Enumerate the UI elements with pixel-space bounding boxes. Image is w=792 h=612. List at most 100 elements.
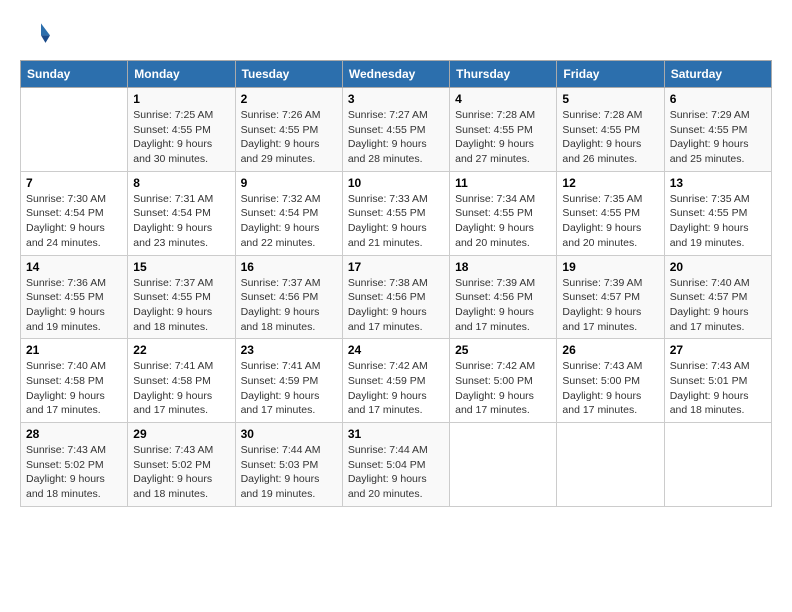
- day-number: 25: [455, 343, 551, 357]
- page-header: [20, 20, 772, 50]
- day-cell: 29 Sunrise: 7:43 AMSunset: 5:02 PMDayligh…: [128, 423, 235, 507]
- day-number: 11: [455, 176, 551, 190]
- week-row-4: 28 Sunrise: 7:43 AMSunset: 5:02 PMDayligh…: [21, 423, 772, 507]
- day-info: Sunrise: 7:40 AMSunset: 4:57 PMDaylight:…: [670, 276, 766, 335]
- day-cell: [450, 423, 557, 507]
- day-number: 27: [670, 343, 766, 357]
- day-info: Sunrise: 7:34 AMSunset: 4:55 PMDaylight:…: [455, 192, 551, 251]
- day-cell: 1Sunrise: 7:25 AMSunset: 4:55 PMDaylight…: [128, 88, 235, 172]
- day-cell: 19 Sunrise: 7:39 AMSunset: 4:57 PMDayligh…: [557, 255, 664, 339]
- day-number: 5: [562, 92, 658, 106]
- day-info: Sunrise: 7:43 AMSunset: 5:01 PMDaylight:…: [670, 359, 766, 418]
- day-cell: 6 Sunrise: 7:29 AMSunset: 4:55 PMDaylight…: [664, 88, 771, 172]
- day-number: 15: [133, 260, 229, 274]
- day-number: 22: [133, 343, 229, 357]
- day-number: 21: [26, 343, 122, 357]
- day-info: Sunrise: 7:26 AMSunset: 4:55 PMDaylight:…: [241, 108, 337, 167]
- day-info: Sunrise: 7:27 AMSunset: 4:55 PMDaylight:…: [348, 108, 444, 167]
- day-cell: 2 Sunrise: 7:26 AMSunset: 4:55 PMDaylight…: [235, 88, 342, 172]
- day-info: Sunrise: 7:39 AMSunset: 4:57 PMDaylight:…: [562, 276, 658, 335]
- day-info: Sunrise: 7:35 AMSunset: 4:55 PMDaylight:…: [562, 192, 658, 251]
- day-cell: 20 Sunrise: 7:40 AMSunset: 4:57 PMDayligh…: [664, 255, 771, 339]
- weekday-header-saturday: Saturday: [664, 61, 771, 88]
- day-number: 26: [562, 343, 658, 357]
- day-cell: [557, 423, 664, 507]
- logo-icon: [20, 20, 50, 50]
- day-info: Sunrise: 7:37 AMSunset: 4:55 PMDaylight:…: [133, 276, 229, 335]
- day-number: 19: [562, 260, 658, 274]
- day-cell: 13 Sunrise: 7:35 AMSunset: 4:55 PMDayligh…: [664, 171, 771, 255]
- day-info: Sunrise: 7:43 AMSunset: 5:02 PMDaylight:…: [26, 443, 122, 502]
- day-cell: 18 Sunrise: 7:39 AMSunset: 4:56 PMDayligh…: [450, 255, 557, 339]
- day-info: Sunrise: 7:42 AMSunset: 4:59 PMDaylight:…: [348, 359, 444, 418]
- day-info: Sunrise: 7:44 AMSunset: 5:04 PMDaylight:…: [348, 443, 444, 502]
- day-cell: 16 Sunrise: 7:37 AMSunset: 4:56 PMDayligh…: [235, 255, 342, 339]
- day-number: 31: [348, 427, 444, 441]
- day-info: Sunrise: 7:43 AMSunset: 5:02 PMDaylight:…: [133, 443, 229, 502]
- day-info: Sunrise: 7:44 AMSunset: 5:03 PMDaylight:…: [241, 443, 337, 502]
- day-number: 3: [348, 92, 444, 106]
- day-info: Sunrise: 7:41 AMSunset: 4:58 PMDaylight:…: [133, 359, 229, 418]
- day-cell: 17Sunrise: 7:38 AMSunset: 4:56 PMDayligh…: [342, 255, 449, 339]
- day-info: Sunrise: 7:28 AMSunset: 4:55 PMDaylight:…: [455, 108, 551, 167]
- day-number: 2: [241, 92, 337, 106]
- day-info: Sunrise: 7:40 AMSunset: 4:58 PMDaylight:…: [26, 359, 122, 418]
- day-cell: 12 Sunrise: 7:35 AMSunset: 4:55 PMDayligh…: [557, 171, 664, 255]
- day-info: Sunrise: 7:42 AMSunset: 5:00 PMDaylight:…: [455, 359, 551, 418]
- day-cell: 24Sunrise: 7:42 AMSunset: 4:59 PMDayligh…: [342, 339, 449, 423]
- day-info: Sunrise: 7:39 AMSunset: 4:56 PMDaylight:…: [455, 276, 551, 335]
- day-number: 6: [670, 92, 766, 106]
- day-info: Sunrise: 7:29 AMSunset: 4:55 PMDaylight:…: [670, 108, 766, 167]
- day-cell: 27 Sunrise: 7:43 AMSunset: 5:01 PMDayligh…: [664, 339, 771, 423]
- day-cell: 15 Sunrise: 7:37 AMSunset: 4:55 PMDayligh…: [128, 255, 235, 339]
- day-number: 7: [26, 176, 122, 190]
- weekday-header-wednesday: Wednesday: [342, 61, 449, 88]
- day-number: 14: [26, 260, 122, 274]
- day-info: Sunrise: 7:33 AMSunset: 4:55 PMDaylight:…: [348, 192, 444, 251]
- day-cell: 9 Sunrise: 7:32 AMSunset: 4:54 PMDaylight…: [235, 171, 342, 255]
- day-cell: [664, 423, 771, 507]
- day-number: 12: [562, 176, 658, 190]
- week-row-2: 14Sunrise: 7:36 AMSunset: 4:55 PMDayligh…: [21, 255, 772, 339]
- day-number: 10: [348, 176, 444, 190]
- day-info: Sunrise: 7:43 AMSunset: 5:00 PMDaylight:…: [562, 359, 658, 418]
- calendar: SundayMondayTuesdayWednesdayThursdayFrid…: [20, 60, 772, 507]
- day-cell: 5 Sunrise: 7:28 AMSunset: 4:55 PMDaylight…: [557, 88, 664, 172]
- weekday-row: SundayMondayTuesdayWednesdayThursdayFrid…: [21, 61, 772, 88]
- weekday-header-thursday: Thursday: [450, 61, 557, 88]
- day-cell: 7 Sunrise: 7:30 AMSunset: 4:54 PMDaylight…: [21, 171, 128, 255]
- day-cell: 25 Sunrise: 7:42 AMSunset: 5:00 PMDayligh…: [450, 339, 557, 423]
- day-cell: 4 Sunrise: 7:28 AMSunset: 4:55 PMDaylight…: [450, 88, 557, 172]
- day-cell: 22 Sunrise: 7:41 AMSunset: 4:58 PMDayligh…: [128, 339, 235, 423]
- day-cell: 30Sunrise: 7:44 AMSunset: 5:03 PMDayligh…: [235, 423, 342, 507]
- day-number: 20: [670, 260, 766, 274]
- day-cell: 8Sunrise: 7:31 AMSunset: 4:54 PMDaylight…: [128, 171, 235, 255]
- day-cell: 28 Sunrise: 7:43 AMSunset: 5:02 PMDayligh…: [21, 423, 128, 507]
- day-info: Sunrise: 7:37 AMSunset: 4:56 PMDaylight:…: [241, 276, 337, 335]
- calendar-body: 1Sunrise: 7:25 AMSunset: 4:55 PMDaylight…: [21, 88, 772, 507]
- day-number: 29: [133, 427, 229, 441]
- day-info: Sunrise: 7:28 AMSunset: 4:55 PMDaylight:…: [562, 108, 658, 167]
- week-row-3: 21 Sunrise: 7:40 AMSunset: 4:58 PMDayligh…: [21, 339, 772, 423]
- day-number: 28: [26, 427, 122, 441]
- day-cell: [21, 88, 128, 172]
- weekday-header-friday: Friday: [557, 61, 664, 88]
- logo: [20, 20, 52, 50]
- day-info: Sunrise: 7:25 AMSunset: 4:55 PMDaylight:…: [133, 108, 229, 167]
- day-number: 13: [670, 176, 766, 190]
- day-cell: 11 Sunrise: 7:34 AMSunset: 4:55 PMDayligh…: [450, 171, 557, 255]
- day-info: Sunrise: 7:30 AMSunset: 4:54 PMDaylight:…: [26, 192, 122, 251]
- day-cell: 31 Sunrise: 7:44 AMSunset: 5:04 PMDayligh…: [342, 423, 449, 507]
- day-number: 16: [241, 260, 337, 274]
- day-info: Sunrise: 7:32 AMSunset: 4:54 PMDaylight:…: [241, 192, 337, 251]
- day-info: Sunrise: 7:41 AMSunset: 4:59 PMDaylight:…: [241, 359, 337, 418]
- day-number: 18: [455, 260, 551, 274]
- day-number: 8: [133, 176, 229, 190]
- day-cell: 23Sunrise: 7:41 AMSunset: 4:59 PMDayligh…: [235, 339, 342, 423]
- day-cell: 3 Sunrise: 7:27 AMSunset: 4:55 PMDaylight…: [342, 88, 449, 172]
- day-cell: 26 Sunrise: 7:43 AMSunset: 5:00 PMDayligh…: [557, 339, 664, 423]
- day-number: 4: [455, 92, 551, 106]
- weekday-header-tuesday: Tuesday: [235, 61, 342, 88]
- day-number: 9: [241, 176, 337, 190]
- day-info: Sunrise: 7:35 AMSunset: 4:55 PMDaylight:…: [670, 192, 766, 251]
